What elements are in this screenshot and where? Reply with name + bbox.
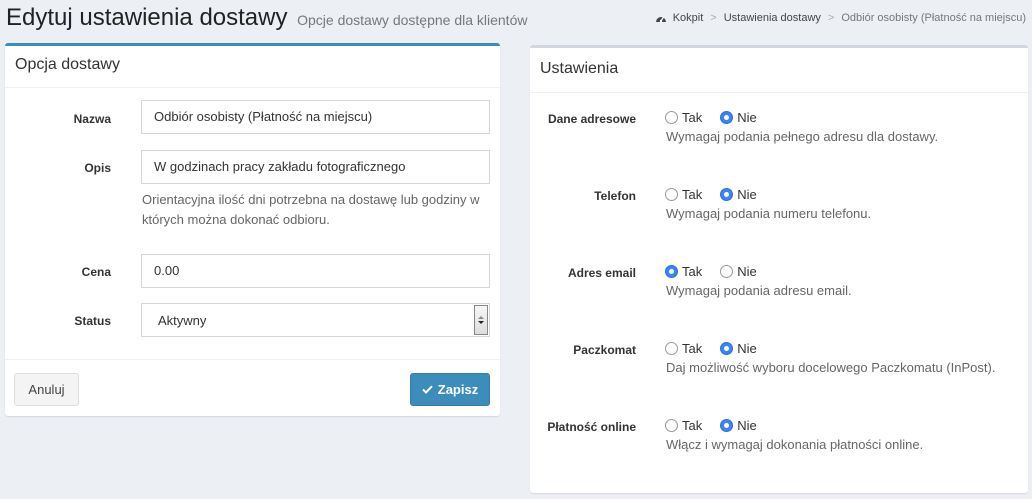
radio-button[interactable] xyxy=(665,419,678,432)
radio-label: Tak xyxy=(682,110,703,125)
radio-label: Nie xyxy=(737,341,757,356)
radio-label: Nie xyxy=(737,264,757,279)
radio-button[interactable] xyxy=(665,342,678,355)
radio-label: Nie xyxy=(737,110,757,125)
save-button-label: Zapisz xyxy=(437,382,479,397)
delivery-box-footer: Anuluj Zapisz xyxy=(5,359,500,416)
radio-button[interactable] xyxy=(665,111,678,124)
radio-label: Nie xyxy=(737,418,757,433)
radio-button[interactable] xyxy=(720,342,734,355)
radio-option-nie[interactable]: Nie xyxy=(720,341,757,356)
save-button[interactable]: Zapisz xyxy=(410,373,490,406)
radio-option-nie[interactable]: Nie xyxy=(720,187,757,202)
breadcrumb-separator: > xyxy=(827,12,835,24)
status-select-value: Aktywny xyxy=(158,313,207,328)
radio-label: Tak xyxy=(682,418,703,433)
setting-radio-group: Tak Nie xyxy=(665,418,775,433)
radio-button[interactable] xyxy=(720,188,734,201)
radio-label: Tak xyxy=(682,187,703,202)
radio-button[interactable] xyxy=(720,419,734,432)
dashboard-icon xyxy=(655,16,666,23)
check-icon xyxy=(422,385,433,394)
radio-option-tak[interactable]: Tak xyxy=(665,187,702,202)
radio-option-nie[interactable]: Nie xyxy=(720,110,757,125)
breadcrumb-current: Odbiór osobisty (Płatność na miejscu) xyxy=(841,12,1026,24)
radio-option-tak[interactable]: Tak xyxy=(665,110,702,125)
radio-option-tak[interactable]: Tak xyxy=(665,418,702,433)
name-input[interactable]: Odbiór osobisty (Płatność na miejscu) xyxy=(141,100,490,134)
radio-option-nie[interactable]: Nie xyxy=(720,264,757,279)
radio-option-tak[interactable]: Tak xyxy=(665,341,702,356)
page-title: Edytuj ustawienia dostawy xyxy=(6,4,288,31)
setting-help-text: Wymagaj podania pełnego adresu dla dosta… xyxy=(666,129,939,144)
breadcrumb-home[interactable]: Kokpit xyxy=(673,12,704,24)
setting-help-text: Wymagaj podania numeru telefonu. xyxy=(666,206,872,221)
breadcrumb: Kokpit > Ustawienia dostawy > Odbiór oso… xyxy=(655,12,1026,24)
setting-radio-group: Tak Nie xyxy=(665,110,775,125)
radio-label: Tak xyxy=(682,341,703,356)
radio-button[interactable] xyxy=(665,265,678,278)
price-input[interactable]: 0.00 xyxy=(141,254,490,288)
radio-button[interactable] xyxy=(720,111,734,124)
description-help-text: Orientacyjna ilość dni potrzebna na dost… xyxy=(142,192,480,227)
radio-option-tak[interactable]: Tak xyxy=(665,264,702,279)
description-label: Opis xyxy=(84,161,111,175)
cancel-button[interactable]: Anuluj xyxy=(14,373,79,406)
status-select[interactable]: Aktywny xyxy=(141,303,490,337)
radio-option-nie[interactable]: Nie xyxy=(720,418,757,433)
setting-label: Telefon xyxy=(594,189,636,203)
name-label: Nazwa xyxy=(73,112,111,126)
breadcrumb-delivery-settings[interactable]: Ustawienia dostawy xyxy=(724,12,821,24)
setting-label: Płatność online xyxy=(547,420,636,434)
radio-button[interactable] xyxy=(720,265,734,278)
price-label: Cena xyxy=(81,265,111,279)
setting-radio-group: Tak Nie xyxy=(665,341,775,356)
delivery-option-box: Opcja dostawy Nazwa Odbiór osobisty (Pła… xyxy=(5,43,500,416)
status-label: Status xyxy=(74,314,111,328)
radio-button[interactable] xyxy=(665,188,678,201)
setting-help-text: Włącz i wymagaj dokonania płatności onli… xyxy=(666,437,924,452)
radio-label: Nie xyxy=(737,187,757,202)
settings-box-header: Ustawienia xyxy=(530,48,1028,93)
setting-label: Adres email xyxy=(567,266,636,280)
breadcrumb-separator: > xyxy=(710,12,717,24)
radio-label: Tak xyxy=(682,264,703,279)
setting-label: Paczkomat xyxy=(573,343,636,357)
setting-radio-group: Tak Nie xyxy=(665,264,775,279)
setting-help-text: Daj możliwość wyboru docelowego Paczkoma… xyxy=(666,360,996,375)
setting-radio-group: Tak Nie xyxy=(665,187,775,202)
delivery-box-header: Opcja dostawy xyxy=(5,46,500,88)
page-subtitle: Opcje dostawy dostępne dla klientów xyxy=(297,12,528,28)
page-header: Edytuj ustawienia dostawy Opcje dostawy … xyxy=(6,4,1032,34)
setting-label: Dane adresowe xyxy=(547,112,636,126)
description-input[interactable]: W godzinach pracy zakładu fotograficzneg… xyxy=(141,150,490,184)
setting-help-text: Wymagaj podania adresu email. xyxy=(666,283,852,298)
settings-box: Ustawienia Dane adresowe Tak Nie Wymagaj po… xyxy=(530,45,1028,493)
chevron-down-icon[interactable] xyxy=(474,305,488,335)
